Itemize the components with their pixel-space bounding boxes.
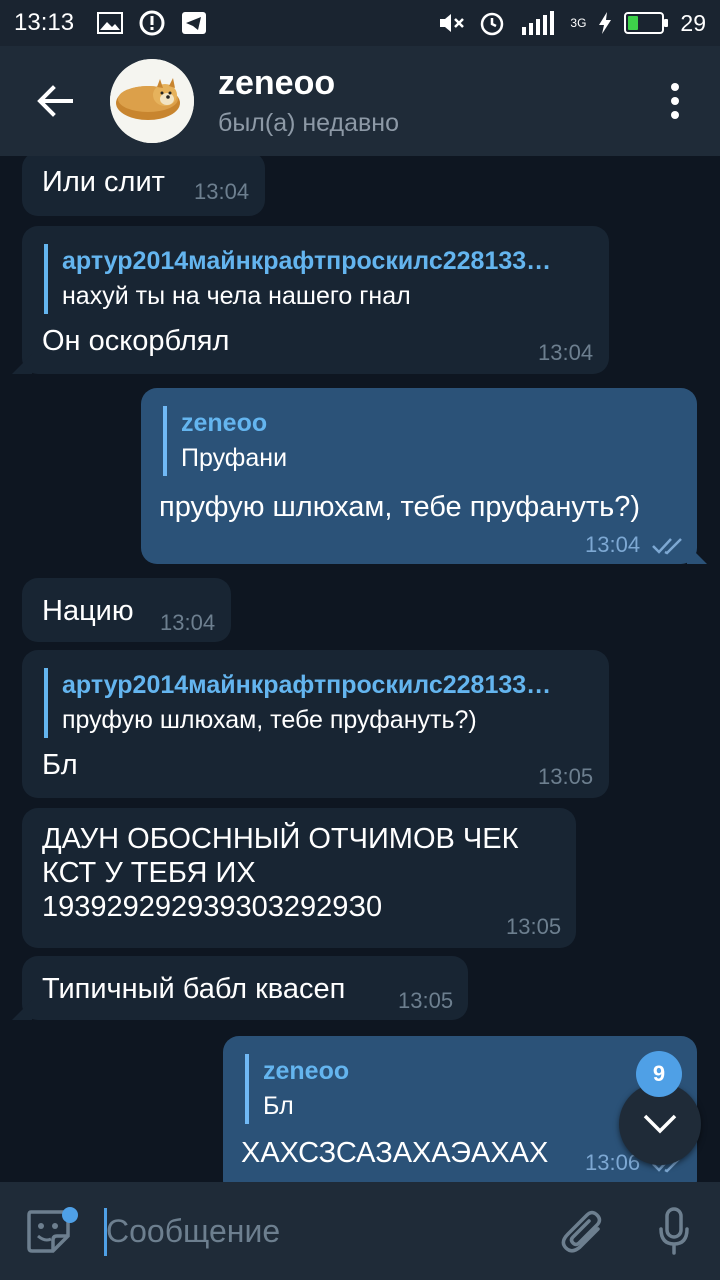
text-cursor [104,1208,107,1256]
message-time: 13:05 [506,914,562,939]
battery-fill [628,16,638,30]
message-text: Бл [42,749,78,781]
network-type: 3G [570,16,587,30]
message-bubble[interactable]: Нацию 13:04 [22,578,231,642]
notification-dot [62,1207,78,1223]
double-check-icon [652,538,683,555]
status-time: 13:13 [14,9,75,36]
more-vert-icon [671,83,679,91]
avatar[interactable] [110,59,194,143]
message-text: ДАУН ОБОСННЫЙ ОТЧИМОВ ЧЕК КСТ У ТЕБЯ ИХ … [42,822,518,924]
message-bubble[interactable]: Или слит 13:04 [22,156,265,216]
message-text: Нацию [42,595,134,627]
alarm-icon [478,10,506,36]
message-input[interactable] [96,1212,536,1250]
signal-icon [518,10,558,36]
microphone-button[interactable] [628,1182,720,1280]
bubble-tail [12,1000,32,1020]
chat-status: был(а) недавно [218,109,400,137]
chat-title[interactable]: zeneoo [218,64,399,103]
reply-author: zeneoo [181,409,268,437]
reply-text: Пруфани [181,444,288,472]
reply-quote[interactable]: артур2014майнкрафтпроскилс228133… нахуй … [44,244,584,314]
reply-quote[interactable]: zeneoo Бл [245,1054,625,1124]
message-text-line: ДАУН ОБОСННЫЙ ОТЧИМОВ ЧЕК [42,823,519,855]
reply-quote[interactable]: zeneoo Пруфани [163,406,663,476]
mute-icon [438,10,466,36]
message-text-line: 1939292929393032929З0 [42,891,383,923]
message-time-text: 13:04 [585,532,641,557]
alert-icon [138,10,166,36]
more-vert-dot [671,97,679,105]
back-button[interactable] [0,46,110,156]
message-time: 13:05 [398,988,454,1013]
message-text: Он оскорблял [42,325,230,357]
charging-icon [598,10,612,36]
back-arrow-icon [37,85,73,117]
attach-button[interactable] [536,1182,628,1280]
bubble-tail [12,354,32,374]
message-text: ХАХСЗСАЗАХАЭАХАХ [241,1137,549,1169]
message-time: 13:04 [194,179,250,204]
telegram-icon [180,10,208,36]
battery-indicator [624,12,669,34]
message-text: Типичный бабл квасеп [42,973,346,1005]
paperclip-icon [561,1210,602,1253]
sticker-button[interactable] [0,1182,96,1280]
microphone-icon [659,1207,689,1255]
message-composer [0,1182,720,1280]
reply-author: артур2014майнкрафтпроскилс228133… [62,671,552,699]
message-bubble[interactable]: артур2014майнкрафтпроскилс228133… пруфую… [22,650,609,798]
message-time: 13:04 [585,532,686,558]
image-icon [96,10,124,36]
message-text: пруфую шлюхам, тебе пруфануть?) [159,491,641,523]
status-bar: 13:13 3G 29 [0,0,720,46]
chevron-down-icon [643,1114,677,1134]
bubble-tail [687,544,707,564]
reply-quote[interactable]: артур2014майнкрафтпроскилс228133… пруфую… [44,668,584,738]
message-bubble[interactable]: артур2014майнкрафтпроскилс228133… нахуй … [12,226,609,374]
message-text: Или слит [42,166,165,198]
message-list[interactable]: Или слит 13:04 артур2014майнкрафтпроскил… [0,156,720,1182]
reply-author: артур2014майнкрафтпроскилс228133… [62,247,552,275]
unread-count-badge[interactable]: 9 [636,1051,682,1097]
message-bubble[interactable]: ДАУН ОБОСННЫЙ ОТЧИМОВ ЧЕК КСТ У ТЕБЯ ИХ … [22,808,576,948]
message-time: 13:05 [538,764,594,789]
reply-author: zeneoo [263,1057,350,1085]
reply-text: пруфую шлюхам, тебе пруфануть?) [62,706,477,734]
message-time: 13:04 [538,340,594,365]
message-time: 13:04 [160,610,216,635]
message-bubble[interactable]: Типичный бабл квасеп 13:05 [12,956,468,1020]
message-bubble[interactable]: zeneoo Пруфани пруфую шлюхам, тебе пруфа… [141,388,707,564]
battery-percent: 29 [680,9,706,36]
more-vert-dot [671,111,679,119]
message-text-line: КСТ У ТЕБЯ ИХ [42,857,256,889]
reply-text: Бл [263,1092,294,1120]
chat-header: zeneoo был(а) недавно [0,46,720,156]
more-options-button[interactable] [630,46,720,156]
reply-text: нахуй ты на чела нашего гнал [62,282,411,310]
